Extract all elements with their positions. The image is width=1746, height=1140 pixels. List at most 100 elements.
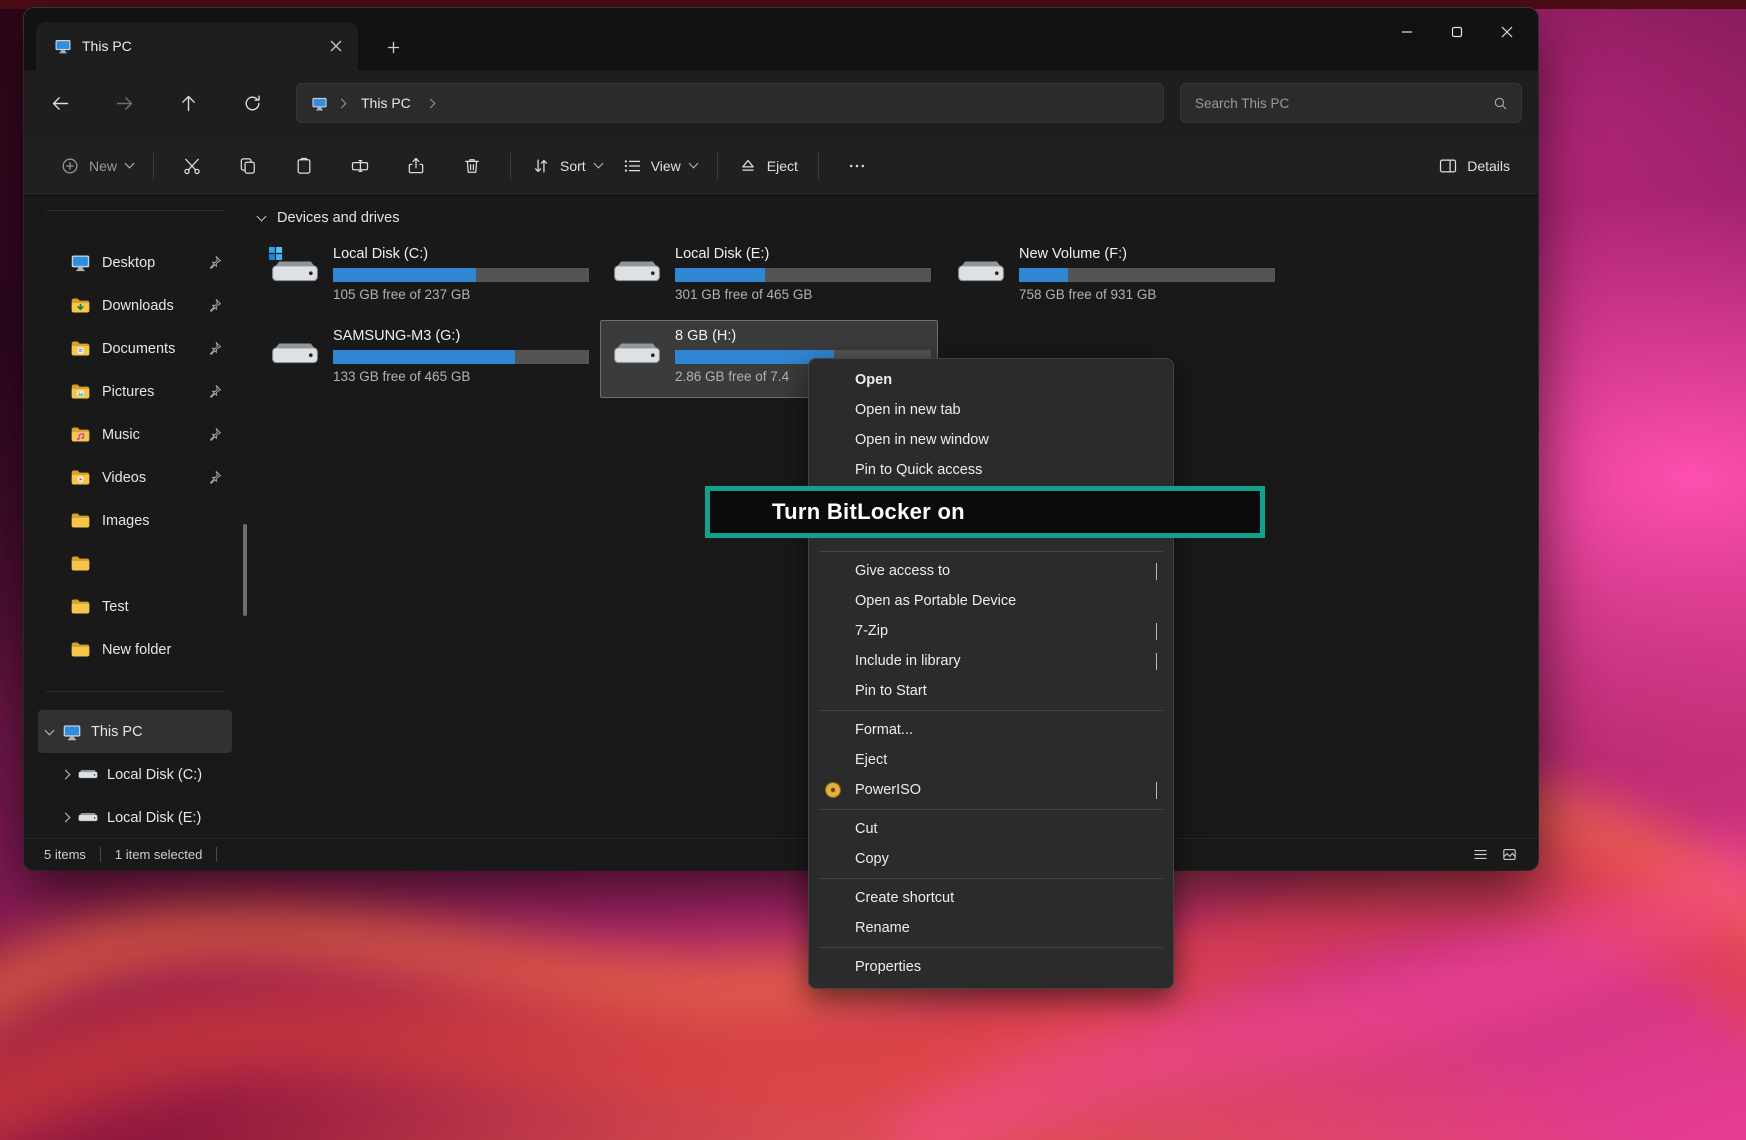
- drive-info: New Volume (F:) 758 GB free of 931 GB: [1019, 245, 1275, 315]
- close-button[interactable]: [1482, 8, 1532, 56]
- drive-tile-new-volume-f[interactable]: New Volume (F:) 758 GB free of 931 GB: [944, 238, 1282, 316]
- sidebar-item-videos[interactable]: Videos: [38, 456, 232, 499]
- menu-item-label: Rename: [855, 920, 910, 936]
- back-button[interactable]: [40, 84, 80, 122]
- music-folder-icon: [70, 424, 91, 445]
- sidebar-item-music[interactable]: Music: [38, 413, 232, 456]
- menu-item-label: Create shortcut: [855, 890, 954, 906]
- sidebar-item-folder[interactable]: [38, 542, 232, 585]
- menu-item-poweriso[interactable]: PowerISO: [809, 775, 1173, 805]
- pin-icon: [207, 427, 222, 442]
- address-bar[interactable]: This PC: [296, 83, 1164, 123]
- sidebar-divider: [46, 691, 224, 692]
- drive-tile-local-disk-c[interactable]: Local Disk (C:) 105 GB free of 237 GB: [258, 238, 596, 316]
- up-button[interactable]: [168, 84, 208, 122]
- pin-icon: [207, 384, 222, 399]
- chevron-right-icon[interactable]: [425, 98, 435, 108]
- chevron-right-icon[interactable]: [61, 813, 71, 823]
- eject-button[interactable]: Eject: [728, 146, 808, 186]
- menu-item-eject[interactable]: Eject: [809, 745, 1173, 775]
- menu-item-properties[interactable]: Properties: [809, 952, 1173, 982]
- menu-item-open-in-new-tab[interactable]: Open in new tab: [809, 395, 1173, 425]
- search-input[interactable]: [1195, 96, 1492, 111]
- chevron-down-icon: [593, 159, 603, 169]
- sidebar-item-pictures[interactable]: Pictures: [38, 370, 232, 413]
- tab-close-icon[interactable]: [330, 40, 342, 52]
- menu-item-open-as-portable-device[interactable]: Open as Portable Device: [809, 586, 1173, 616]
- sort-button[interactable]: Sort: [521, 146, 612, 186]
- menu-item-open-in-new-window[interactable]: Open in new window: [809, 425, 1173, 455]
- menu-item-label: Properties: [855, 959, 921, 975]
- cut-button[interactable]: [164, 146, 220, 186]
- toolbar-separator: [153, 153, 154, 179]
- drive-tile-local-disk-e[interactable]: Local Disk (E:) 301 GB free of 465 GB: [600, 238, 938, 316]
- downloads-folder-icon: [70, 295, 91, 316]
- sidebar-item-this-pc[interactable]: This PC: [38, 710, 232, 753]
- minimize-button[interactable]: [1382, 8, 1432, 56]
- details-view-icon[interactable]: [1472, 846, 1489, 863]
- this-pc-icon: [311, 95, 328, 112]
- maximize-button[interactable]: [1432, 8, 1482, 56]
- menu-item-create-shortcut[interactable]: Create shortcut: [809, 883, 1173, 913]
- refresh-icon: [242, 93, 263, 114]
- menu-item-copy[interactable]: Copy: [809, 844, 1173, 874]
- sidebar-item-test[interactable]: Test: [38, 585, 232, 628]
- window-controls: [1382, 8, 1532, 56]
- sidebar-item-local-disk-c[interactable]: Local Disk (C:): [38, 753, 232, 796]
- chevron-right-icon[interactable]: [337, 98, 347, 108]
- chevron-right-icon: [1156, 653, 1157, 670]
- details-button[interactable]: Details: [1428, 146, 1520, 186]
- share-button[interactable]: [388, 146, 444, 186]
- menu-item-include-in-library[interactable]: Include in library: [809, 646, 1173, 676]
- tab-this-pc[interactable]: This PC: [36, 22, 358, 70]
- large-icons-view-icon[interactable]: [1501, 846, 1518, 863]
- search-icon: [1492, 95, 1509, 112]
- toolbar-separator: [510, 153, 511, 179]
- drive-icon: [78, 768, 98, 782]
- toolbar-separator: [717, 153, 718, 179]
- drive-info: Local Disk (C:) 105 GB free of 237 GB: [333, 245, 589, 315]
- delete-button[interactable]: [444, 146, 500, 186]
- more-options-button[interactable]: [829, 146, 885, 186]
- menu-item-give-access-to[interactable]: Give access to: [809, 556, 1173, 586]
- view-button[interactable]: View: [612, 146, 707, 186]
- chevron-right-icon[interactable]: [61, 770, 71, 780]
- chevron-down-icon[interactable]: [257, 212, 267, 222]
- paste-button[interactable]: [276, 146, 332, 186]
- menu-item-cut[interactable]: Cut: [809, 814, 1173, 844]
- rename-button[interactable]: [332, 146, 388, 186]
- windows-logo-icon: [268, 246, 283, 261]
- capacity-bar-fill: [1019, 268, 1068, 282]
- new-button[interactable]: New: [50, 146, 143, 186]
- sidebar-item-downloads[interactable]: Downloads: [38, 284, 232, 327]
- sidebar-item-documents[interactable]: Documents: [38, 327, 232, 370]
- new-tab-button[interactable]: [376, 32, 410, 62]
- menu-item-label: Open in new tab: [855, 402, 961, 418]
- sidebar-item-images[interactable]: Images: [38, 499, 232, 542]
- sidebar-item-local-disk-e[interactable]: Local Disk (E:): [38, 796, 232, 838]
- tab-strip: This PC: [24, 8, 1538, 70]
- menu-item-label: PowerISO: [855, 782, 921, 798]
- menu-item-7-zip[interactable]: 7-Zip: [809, 616, 1173, 646]
- sidebar-item-desktop[interactable]: Desktop: [38, 241, 232, 284]
- breadcrumb-this-pc[interactable]: This PC: [355, 95, 417, 111]
- drive-tile-samsung-m3-g[interactable]: SAMSUNG-M3 (G:) 133 GB free of 465 GB: [258, 320, 596, 398]
- capacity-bar: [333, 350, 589, 364]
- chevron-down-icon[interactable]: [45, 725, 55, 735]
- menu-item-pin-to-start[interactable]: Pin to Start: [809, 676, 1173, 706]
- new-button-label: New: [89, 158, 117, 174]
- section-devices-and-drives[interactable]: Devices and drives: [258, 210, 400, 226]
- refresh-button[interactable]: [232, 84, 272, 122]
- sidebar-item-new-folder[interactable]: New folder: [38, 628, 232, 671]
- copy-button[interactable]: [220, 146, 276, 186]
- bitlocker-highlight-annotation[interactable]: Turn BitLocker on: [705, 486, 1265, 538]
- forward-button[interactable]: [104, 84, 144, 122]
- menu-item-pin-to-quick-access[interactable]: Pin to Quick access: [809, 455, 1173, 485]
- sidebar-item-label: New folder: [102, 642, 222, 658]
- drive-icon: [613, 257, 661, 290]
- search-box[interactable]: [1180, 83, 1522, 123]
- menu-item-format[interactable]: Format...: [809, 715, 1173, 745]
- menu-item-rename[interactable]: Rename: [809, 913, 1173, 943]
- close-icon: [1501, 26, 1513, 38]
- menu-item-open[interactable]: Open: [809, 365, 1173, 395]
